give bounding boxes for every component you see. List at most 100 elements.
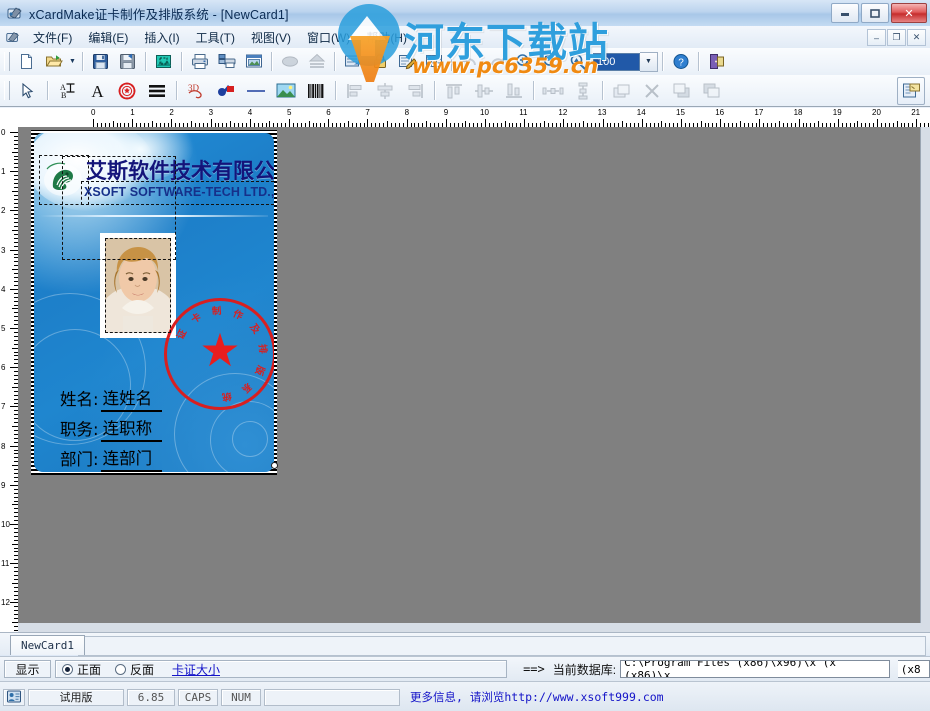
flip-card-icon[interactable] [304,50,329,74]
grid-icon[interactable] [421,50,446,74]
toolbar-grip[interactable] [4,52,10,71]
align-right-icon[interactable] [401,77,429,105]
horizontal-scrollbar[interactable] [18,623,921,632]
align-middle-icon[interactable] [470,77,498,105]
radio-front-indicator[interactable] [61,663,73,675]
barcode-icon[interactable] [302,77,330,105]
stamp-star-icon: ★ [199,324,241,376]
title-bar: xCardMake证卡制作及排版系统 - [NewCard1] ✕ [0,0,930,27]
new-document-icon[interactable] [14,50,39,74]
seal-stamp-icon[interactable] [113,77,141,105]
toolbar-grip[interactable] [4,81,10,100]
edit-template-icon[interactable] [394,50,419,74]
radio-front-label[interactable]: 正面 [77,661,101,678]
bring-to-front-icon[interactable] [668,77,696,105]
mdi-restore-button[interactable]: ❐ [887,29,906,46]
zoom-fit-icon[interactable] [565,50,590,74]
open-folder-icon[interactable] [41,50,66,74]
application-window: xCardMake证卡制作及排版系统 - [NewCard1] ✕ 文件(F) … [0,0,930,711]
save-as-icon[interactable] [115,50,140,74]
stamp-text-char: 版 [252,363,267,377]
zoom-value[interactable]: 100 [593,52,640,71]
properties-icon[interactable] [897,77,925,105]
maximize-button[interactable] [861,3,889,23]
open-dropdown-arrow-icon[interactable]: ▼ [67,51,78,73]
text-icon[interactable]: A [83,77,111,105]
design-canvas[interactable]: 艾斯软件技术有限公司 XSOFT SOFTWARE-TECH LTD., [18,127,921,632]
db-label: 当前数据库: [552,662,617,677]
ruler-label: 3 [208,108,214,117]
print-setup-icon[interactable] [214,50,239,74]
align-bottom-icon[interactable] [500,77,528,105]
3d-text-icon[interactable]: 3D [182,77,210,105]
mdi-minimize-button[interactable]: – [867,29,886,46]
redo-icon[interactable] [484,50,509,74]
distribute-horizontal-icon[interactable] [539,77,567,105]
image-icon[interactable] [272,77,300,105]
menu-file[interactable]: 文件(F) [25,27,80,48]
radio-back-label[interactable]: 反面 [130,661,154,678]
tab-newcard1[interactable]: NewCard1 [10,635,85,655]
zoom-combo[interactable]: 100 ▼ [593,51,658,72]
vertical-scrollbar[interactable] [920,127,930,632]
resize-handle-bottom-right[interactable] [271,462,278,469]
toolbar-separator [271,52,272,71]
print-preview-icon[interactable] [241,50,266,74]
mdi-close-button[interactable]: ✕ [907,29,926,46]
document-icon[interactable] [5,29,21,45]
menu-help[interactable]: 帮助(H) [358,27,415,48]
zoom-in-icon[interactable] [511,50,536,74]
save-icon[interactable] [88,50,113,74]
menu-edit[interactable]: 编辑(E) [80,27,136,48]
shape-fill-icon[interactable] [212,77,240,105]
database-link-icon[interactable] [340,50,365,74]
id-card-design[interactable]: 艾斯软件技术有限公司 XSOFT SOFTWARE-TECH LTD., [34,133,274,472]
close-button[interactable]: ✕ [891,3,927,23]
current-database-path[interactable]: C:\Program Files (x86)\x96)\x (x (x86)\x… [620,660,890,678]
lock-icon[interactable] [367,50,392,74]
menu-window[interactable]: 窗口(W) [299,27,358,48]
zoom-dropdown-arrow-icon[interactable]: ▼ [640,51,658,72]
select-pointer-icon[interactable] [14,77,42,105]
ruler-tick [10,563,18,565]
undo-icon[interactable] [457,50,482,74]
lines-icon[interactable] [143,77,171,105]
radio-back-indicator[interactable] [114,663,126,675]
user-card-icon[interactable] [3,688,25,706]
menu-view[interactable]: 视图(V) [243,27,299,48]
delete-icon[interactable] [638,77,666,105]
horizontal-ruler[interactable]: 0 1 2 3 4 5 6 7 8 9 10 11 12 13 14 15 16 17 18 19 20 21 [18,108,930,128]
ruler-label: 0 [91,108,96,117]
group-icon[interactable] [608,77,636,105]
exit-icon[interactable] [704,50,729,74]
print-icon[interactable] [187,50,212,74]
vertical-ruler[interactable]: 0 1 2 3 4 5 6 7 8 9 10 11 12 [0,127,19,632]
mdi-window-controls: – ❐ ✕ [867,29,926,46]
zoom-out-icon[interactable] [538,50,563,74]
line-icon[interactable] [242,77,270,105]
card-size-link[interactable]: 卡证大小 [172,661,220,678]
export-image-icon[interactable] [151,50,176,74]
menu-insert[interactable]: 插入(I) [136,27,187,48]
field-text-icon[interactable]: AB [53,77,81,105]
current-database-path-overflow[interactable]: (x8 [897,660,930,678]
card-object-wrapper[interactable]: 艾斯软件技术有限公司 XSOFT SOFTWARE-TECH LTD., [31,130,278,475]
field-name[interactable]: 姓名: 连姓名 [60,383,260,413]
field-department[interactable]: 部门: 连部门 [60,443,260,472]
ruler-tick [445,119,447,127]
align-top-icon[interactable] [440,77,468,105]
field-department-value[interactable]: 连部门 [100,445,163,472]
help-icon[interactable]: ? [668,50,693,74]
menu-tools[interactable]: 工具(T) [188,27,243,48]
field-title[interactable]: 职务: 连职称 [60,413,260,443]
align-left-icon[interactable] [341,77,369,105]
align-center-icon[interactable] [371,77,399,105]
minimize-button[interactable] [831,3,859,23]
card-color-icon[interactable] [277,50,302,74]
distribute-vertical-icon[interactable] [569,77,597,105]
send-to-back-icon[interactable] [698,77,726,105]
field-title-value[interactable]: 连职称 [100,415,163,442]
more-info-text[interactable]: 更多信息, 请浏览http://www.xsoft999.com [410,689,664,705]
version-cell: 6.85 [127,688,175,706]
field-name-value[interactable]: 连姓名 [100,385,163,412]
